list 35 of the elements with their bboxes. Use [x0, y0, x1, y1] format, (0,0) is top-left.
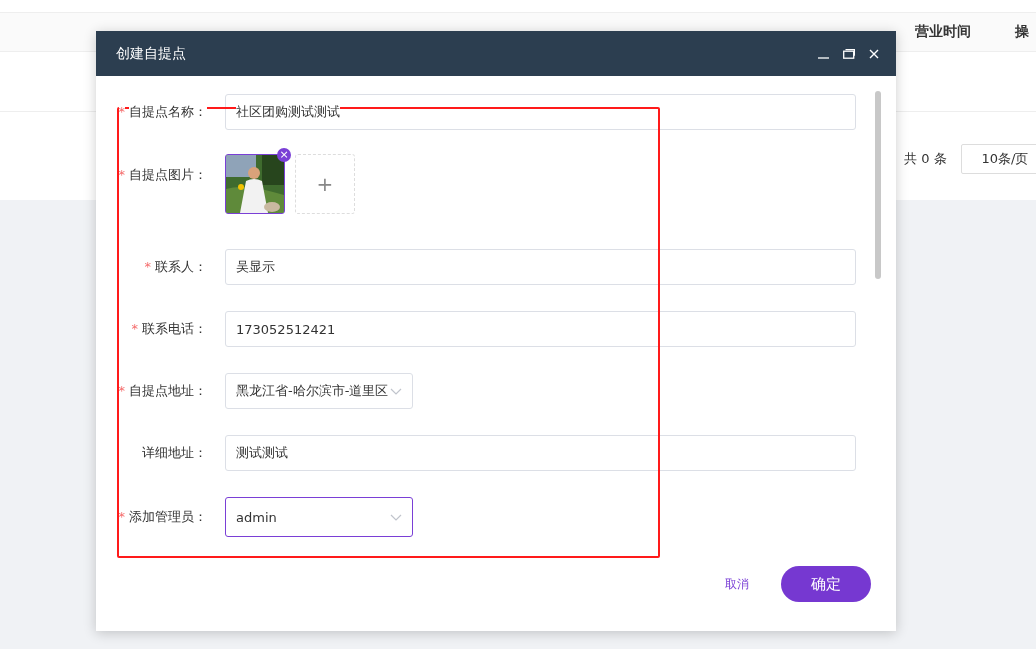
field-label: 联系电话： — [142, 321, 207, 336]
input-value: 吴显示 — [236, 258, 275, 276]
select-field[interactable]: admin — [225, 497, 413, 537]
chevron-down-icon — [390, 513, 402, 521]
input-field[interactable]: 测试测试 — [225, 435, 856, 471]
input-field[interactable]: 社区团购测试测试 — [225, 94, 856, 130]
input-field[interactable]: 173052512421 — [225, 311, 856, 347]
required-mark: * — [118, 509, 125, 524]
confirm-button[interactable]: 确定 — [781, 566, 871, 602]
field-label: 自提点名称： — [129, 104, 207, 119]
total-count: 共 0 条 — [904, 150, 947, 168]
required-mark: * — [118, 167, 125, 182]
column-header: 营业时间 — [915, 23, 971, 41]
input-value: 173052512421 — [236, 321, 336, 337]
dialog-title: 创建自提点 — [116, 44, 186, 63]
maximize-icon[interactable] — [843, 48, 855, 59]
required-mark: * — [144, 259, 151, 274]
field-label: 详细地址： — [142, 445, 207, 460]
close-icon[interactable] — [869, 48, 879, 59]
upload-button[interactable]: + — [295, 154, 355, 214]
remove-image-button[interactable]: × — [277, 148, 291, 162]
field-label: 添加管理员： — [129, 509, 207, 524]
required-mark: * — [118, 383, 125, 398]
field-label: 自提点图片： — [129, 167, 207, 182]
field-label: 联系人： — [155, 259, 207, 274]
input-value: 测试测试 — [236, 444, 288, 462]
column-header: 操 — [1015, 23, 1029, 41]
cancel-link[interactable]: 取消 — [725, 575, 749, 593]
input-field[interactable]: 吴显示 — [225, 249, 856, 285]
chevron-down-icon — [390, 387, 402, 395]
page-size-select[interactable]: 10条/页 — [960, 144, 1036, 174]
select-field[interactable]: 黑龙江省-哈尔滨市-道里区 — [225, 373, 413, 409]
field-label: 自提点地址： — [129, 383, 207, 398]
input-value: 社区团购测试测试 — [236, 103, 340, 121]
required-mark: * — [131, 321, 138, 336]
